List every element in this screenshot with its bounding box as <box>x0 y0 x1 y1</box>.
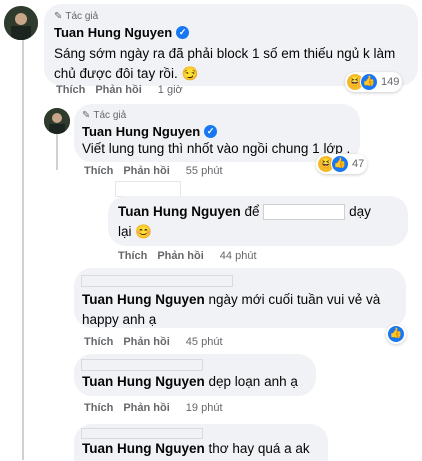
like-button[interactable]: Thích <box>84 165 113 177</box>
reaction-summary[interactable]: 😆 👍 47 <box>316 154 368 174</box>
thread-line <box>56 130 58 170</box>
comment-bubble: Tuan Hung Nguyen để dạy lại 😊 <box>108 196 408 246</box>
reaction-summary[interactable]: 😆 👍 149 <box>345 72 403 92</box>
like-button[interactable]: Thích <box>84 402 113 414</box>
timestamp[interactable]: 19 phút <box>186 402 223 414</box>
reply-button[interactable]: Phản hồi <box>95 84 141 96</box>
redacted-block <box>116 182 180 196</box>
comment-actions: Thích Phản hồi 45 phút <box>84 336 223 348</box>
like-button[interactable]: Thích <box>56 84 85 96</box>
comment-text: Tuan Hung Nguyen dẹp loạn anh ạ <box>82 374 298 389</box>
commenter-name[interactable]: Tuan Hung Nguyen <box>82 292 205 307</box>
avatar[interactable] <box>44 108 70 134</box>
comment-actions: Thích Phản hồi 19 phút <box>84 402 223 414</box>
reply-button[interactable]: Phản hồi <box>123 336 169 348</box>
comment-bubble: ✎ Tác giả Tuan Hung Nguyen ✓ Viết lung t… <box>74 104 360 162</box>
like-reaction-icon: 👍 <box>387 325 405 343</box>
comment-text: Tuan Hung Nguyen để dạy lại 😊 <box>118 204 371 239</box>
pencil-icon: ✎ <box>54 11 63 22</box>
reaction-summary[interactable]: 👍 <box>386 324 406 344</box>
commenter-name[interactable]: Tuan Hung Nguyen <box>82 374 205 389</box>
like-reaction-icon: 👍 <box>360 73 378 91</box>
comment-actions: Thích Phản hồi 44 phút <box>118 250 257 262</box>
timestamp[interactable]: 45 phút <box>186 336 223 348</box>
author-tag: ✎ Tác giả <box>82 110 127 121</box>
reply-button[interactable]: Phản hồi <box>157 250 203 262</box>
timestamp[interactable]: 1 giờ <box>158 84 183 96</box>
like-button[interactable]: Thích <box>118 250 147 262</box>
verified-badge-icon: ✓ <box>204 125 218 138</box>
commenter-name[interactable]: Tuan Hung Nguyen <box>82 441 205 456</box>
comment-text: Viết lung tung thì nhốt vào ngồi chung 1… <box>82 141 351 156</box>
pencil-icon: ✎ <box>82 110 91 121</box>
commenter-name[interactable]: Tuan Hung Nguyen ✓ <box>82 124 218 139</box>
verified-badge-icon: ✓ <box>176 26 190 39</box>
like-reaction-icon: 👍 <box>331 155 349 173</box>
commenter-name[interactable]: Tuan Hung Nguyen <box>118 204 241 219</box>
reply-button[interactable]: Phản hồi <box>123 402 169 414</box>
comment-bubble: Tuan Hung Nguyen ngày mới cuối tuần vui … <box>74 268 406 328</box>
redacted-tag <box>263 204 346 221</box>
comment-actions: Thích Phản hồi 55 phút <box>84 165 223 177</box>
comment-text: Tuan Hung Nguyen ngày mới cuối tuần vui … <box>82 292 381 327</box>
comment-bubble: Tuan Hung Nguyen dẹp loạn anh ạ <box>74 354 316 396</box>
redacted-block <box>82 429 202 438</box>
timestamp[interactable]: 44 phút <box>220 250 257 262</box>
author-tag: ✎ Tác giả <box>54 11 99 22</box>
timestamp[interactable]: 55 phút <box>186 165 223 177</box>
like-button[interactable]: Thích <box>84 336 113 348</box>
comment-text: Tuan Hung Nguyen thơ hay quá a ak <box>82 441 310 456</box>
avatar[interactable] <box>4 6 38 40</box>
redacted-block <box>82 360 202 370</box>
thread-line <box>22 40 24 460</box>
comment-actions: Thích Phản hồi 1 giờ <box>56 84 183 96</box>
comment-bubble: Tuan Hung Nguyen thơ hay quá a ak <box>74 424 328 461</box>
commenter-name[interactable]: Tuan Hung Nguyen ✓ <box>54 25 190 40</box>
reply-button[interactable]: Phản hồi <box>123 165 169 177</box>
redacted-block <box>82 276 232 286</box>
